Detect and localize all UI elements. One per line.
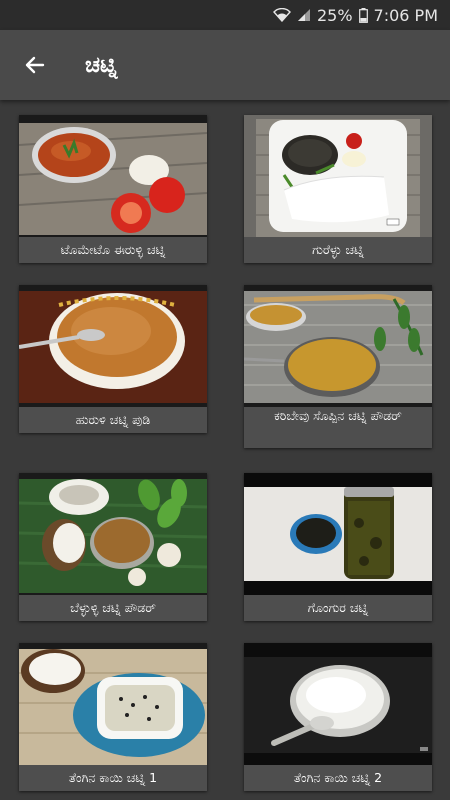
recipe-title: ಹುರುಳಿ ಚಟ್ನಿ ಪುಡಿ bbox=[75, 412, 151, 427]
status-bar: 25% 7:06 PM bbox=[0, 0, 450, 30]
recipe-title: ಗುರೆಳ್ಳು ಚಟ್ನಿ bbox=[312, 242, 364, 257]
page-title: ಚಟ್ನಿ bbox=[85, 52, 118, 78]
recipe-image bbox=[19, 285, 207, 407]
battery-icon bbox=[358, 7, 368, 23]
recipe-image bbox=[19, 473, 207, 595]
signal-icon bbox=[297, 8, 311, 22]
recipe-image bbox=[244, 473, 432, 595]
back-button[interactable] bbox=[15, 45, 55, 85]
recipe-title: ಬೆಳ್ಳುಳ್ಳಿ ಚಟ್ನಿ ಪೌಡರ್ bbox=[70, 600, 156, 615]
recipe-card[interactable]: ಬೆಳ್ಳುಳ್ಳಿ ಚಟ್ನಿ ಪೌಡರ್ bbox=[19, 473, 207, 621]
recipe-image bbox=[244, 115, 432, 237]
recipe-title: ಗೊಂಗುರ ಚಟ್ನಿ bbox=[307, 600, 369, 615]
app-bar: ಚಟ್ನಿ bbox=[0, 30, 450, 100]
recipe-image bbox=[19, 643, 207, 765]
recipe-title: ಕರಿಬೇವು ಸೊಪ್ಪಿನ ಚಟ್ನಿ ಪೌಡರ್ bbox=[274, 408, 402, 423]
recipe-grid: ಟೊಮೇಟೊ ಈರುಳ್ಳಿ ಚಟ್ನಿ ಗುರೆಳ್ಳು ಚಟ್ನಿ ಹುರು… bbox=[0, 100, 450, 800]
recipe-image bbox=[19, 115, 207, 237]
recipe-card[interactable]: ಗುರೆಳ್ಳು ಚಟ್ನಿ bbox=[244, 115, 432, 263]
recipe-title: ತೆಂಗಿನ ಕಾಯಿ ಚಟ್ನಿ 1 bbox=[68, 770, 158, 785]
recipe-card[interactable]: ಗೊಂಗುರ ಚಟ್ನಿ bbox=[244, 473, 432, 621]
battery-percent: 25% bbox=[316, 5, 353, 25]
recipe-card[interactable]: ತೆಂಗಿನ ಕಾಯಿ ಚಟ್ನಿ 2 bbox=[244, 643, 432, 791]
recipe-title: ತೆಂಗಿನ ಕಾಯಿ ಚಟ್ನಿ 2 bbox=[293, 770, 383, 785]
recipe-title: ಟೊಮೇಟೊ ಈರುಳ್ಳಿ ಚಟ್ನಿ bbox=[60, 242, 166, 257]
clock: 7:06 PM bbox=[373, 5, 438, 25]
wifi-icon bbox=[273, 8, 291, 22]
arrow-left-icon bbox=[25, 56, 45, 74]
recipe-card[interactable]: ಟೊಮೇಟೊ ಈರುಳ್ಳಿ ಚಟ್ನಿ bbox=[19, 115, 207, 263]
recipe-card[interactable]: ತೆಂಗಿನ ಕಾಯಿ ಚಟ್ನಿ 1 bbox=[19, 643, 207, 791]
recipe-card[interactable]: ಹುರುಳಿ ಚಟ್ನಿ ಪುಡಿ bbox=[19, 285, 207, 433]
recipe-image bbox=[244, 285, 432, 407]
recipe-image bbox=[244, 643, 432, 765]
recipe-card[interactable]: ಕರಿಬೇವು ಸೊಪ್ಪಿನ ಚಟ್ನಿ ಪೌಡರ್ bbox=[244, 285, 432, 448]
